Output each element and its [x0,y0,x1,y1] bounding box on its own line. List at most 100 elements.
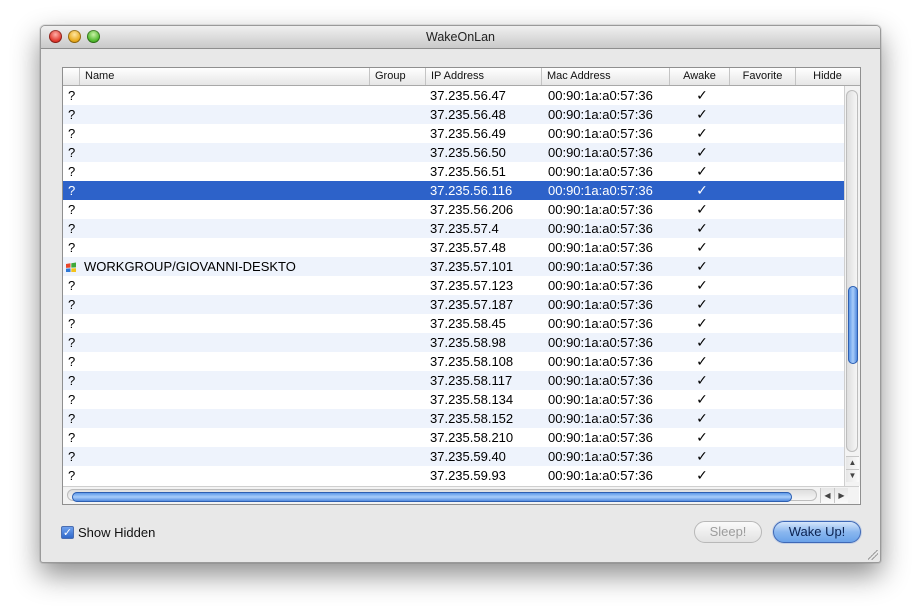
ip-address: 37.235.57.123 [430,278,514,293]
table-row-selected[interactable]: ? 37.235.56.116 00:90:1a:a0:57:36 ✓ [63,181,844,200]
table-row[interactable]: ? 37.235.57.48 00:90:1a:a0:57:36 ✓ [63,238,844,257]
scroll-down-arrow[interactable]: ▼ [846,469,859,482]
ip-address: 37.235.59.93 [430,468,506,483]
vertical-scrollbar[interactable]: ▲ ▼ [844,86,860,486]
host-name: ? [68,430,76,445]
mac-address: 00:90:1a:a0:57:36 [548,107,653,122]
host-name: ? [68,278,76,293]
table-row[interactable]: ? 37.235.58.108 00:90:1a:a0:57:36 ✓ [63,352,844,371]
ip-address: 37.235.56.51 [430,164,506,179]
host-name: ? [68,126,76,141]
awake-check-icon: ✓ [696,467,708,483]
awake-check-icon: ✓ [696,448,708,464]
awake-check-icon: ✓ [696,334,708,350]
scroll-up-arrow[interactable]: ▲ [846,456,859,469]
ip-address: 37.235.57.4 [430,221,499,236]
awake-check-icon: ✓ [696,220,708,236]
table-row[interactable]: ? 37.235.58.117 00:90:1a:a0:57:36 ✓ [63,371,844,390]
show-hidden-checkbox[interactable]: ✓ [61,525,74,539]
host-name: ? [68,392,76,407]
column-header-blank[interactable] [63,68,79,85]
ip-address: 37.235.58.45 [430,316,506,331]
host-name: ? [68,411,76,426]
awake-check-icon: ✓ [696,182,708,198]
table-row[interactable]: ? 37.235.58.134 00:90:1a:a0:57:36 ✓ [63,390,844,409]
table-row[interactable]: ? 37.235.57.187 00:90:1a:a0:57:36 ✓ [63,295,844,314]
awake-check-icon: ✓ [696,296,708,312]
ip-address: 37.235.58.108 [430,354,514,369]
host-name: ? [68,221,76,236]
show-hidden-label[interactable]: Show Hidden [78,525,155,540]
awake-check-icon: ✓ [696,163,708,179]
window-title: WakeOnLan [425,30,496,44]
table-row[interactable]: ? 37.235.58.45 00:90:1a:a0:57:36 ✓ [63,314,844,333]
ip-address: 37.235.57.101 [430,259,514,274]
table-row[interactable]: ? 37.235.56.51 00:90:1a:a0:57:36 ✓ [63,162,844,181]
hosts-table: Name Group IP Address Mac Address Awake … [62,67,861,505]
column-header-favorite[interactable]: Favorite [729,68,795,85]
mac-address: 00:90:1a:a0:57:36 [548,354,653,369]
host-name: ? [68,316,76,331]
horizontal-scrollbar[interactable]: ◀ ▶ [63,486,859,504]
mac-address: 00:90:1a:a0:57:36 [548,297,653,312]
awake-check-icon: ✓ [696,429,708,445]
app-window: WakeOnLan Name Group IP Address Mac Addr… [40,25,881,563]
column-header-mac[interactable]: Mac Address [541,68,669,85]
mac-address: 00:90:1a:a0:57:36 [548,145,653,160]
horizontal-scroll-track[interactable] [67,489,817,502]
table-row[interactable]: ? 37.235.58.98 00:90:1a:a0:57:36 ✓ [63,333,844,352]
show-hidden-toggle[interactable]: ✓ Show Hidden [61,523,155,541]
awake-check-icon: ✓ [696,106,708,122]
ip-address: 37.235.56.47 [430,88,506,103]
resize-grip-icon[interactable] [868,550,878,560]
table-row[interactable]: ? 37.235.58.152 00:90:1a:a0:57:36 ✓ [63,409,844,428]
scroll-left-arrow[interactable]: ◀ [820,488,834,503]
host-name: ? [68,468,76,483]
mac-address: 00:90:1a:a0:57:36 [548,164,653,179]
mac-address: 00:90:1a:a0:57:36 [548,430,653,445]
table-row[interactable]: ? 37.235.56.49 00:90:1a:a0:57:36 ✓ [63,124,844,143]
table-row[interactable]: ? 37.235.59.40 00:90:1a:a0:57:36 ✓ [63,447,844,466]
mac-address: 00:90:1a:a0:57:36 [548,221,653,236]
host-name: ? [68,449,76,464]
host-name: ? [68,202,76,217]
ip-address: 37.235.56.206 [430,202,514,217]
table-row[interactable]: ? 37.235.56.206 00:90:1a:a0:57:36 ✓ [63,200,844,219]
scroll-right-arrow[interactable]: ▶ [834,488,848,503]
column-header-name[interactable]: Name [79,68,369,85]
table-row[interactable]: ? 37.235.59.93 00:90:1a:a0:57:36 ✓ [63,466,844,485]
column-header-group[interactable]: Group [369,68,425,85]
ip-address: 37.235.56.48 [430,107,506,122]
column-header-awake[interactable]: Awake [669,68,729,85]
host-name: ? [68,88,76,103]
table-body: ? 37.235.56.47 00:90:1a:a0:57:36 ✓? 37.235.5… [63,86,844,486]
table-row[interactable]: ? 37.235.56.50 00:90:1a:a0:57:36 ✓ [63,143,844,162]
awake-check-icon: ✓ [696,201,708,217]
mac-address: 00:90:1a:a0:57:36 [548,240,653,255]
sleep-button[interactable]: Sleep! [694,521,762,543]
host-name: ? [68,354,76,369]
column-header-ip[interactable]: IP Address [425,68,541,85]
mac-address: 00:90:1a:a0:57:36 [548,392,653,407]
ip-address: 37.235.58.98 [430,335,506,350]
vertical-scroll-thumb[interactable] [848,286,858,364]
awake-check-icon: ✓ [696,125,708,141]
mac-address: 00:90:1a:a0:57:36 [548,202,653,217]
table-row[interactable]: ? 37.235.56.48 00:90:1a:a0:57:36 ✓ [63,105,844,124]
awake-check-icon: ✓ [696,410,708,426]
ip-address: 37.235.58.152 [430,411,514,426]
table-row[interactable]: WORKGROUP/GIOVANNI-DESKTO 37.235.57.101 00… [63,257,844,276]
awake-check-icon: ✓ [696,258,708,274]
table-row[interactable]: ? 37.235.57.4 00:90:1a:a0:57:36 ✓ [63,219,844,238]
table-row[interactable]: ? 37.235.58.210 00:90:1a:a0:57:36 ✓ [63,428,844,447]
table-row[interactable]: ? 37.235.57.123 00:90:1a:a0:57:36 ✓ [63,276,844,295]
horizontal-scroll-thumb[interactable] [72,492,792,502]
wake-up-button[interactable]: Wake Up! [773,521,861,543]
ip-address: 37.235.58.210 [430,430,514,445]
vertical-scroll-track[interactable] [846,90,858,452]
host-name: ? [68,373,76,388]
table-row[interactable]: ? 37.235.56.47 00:90:1a:a0:57:36 ✓ [63,86,844,105]
awake-check-icon: ✓ [696,391,708,407]
awake-check-icon: ✓ [696,87,708,103]
column-header-hidden[interactable]: Hidde [795,68,859,85]
